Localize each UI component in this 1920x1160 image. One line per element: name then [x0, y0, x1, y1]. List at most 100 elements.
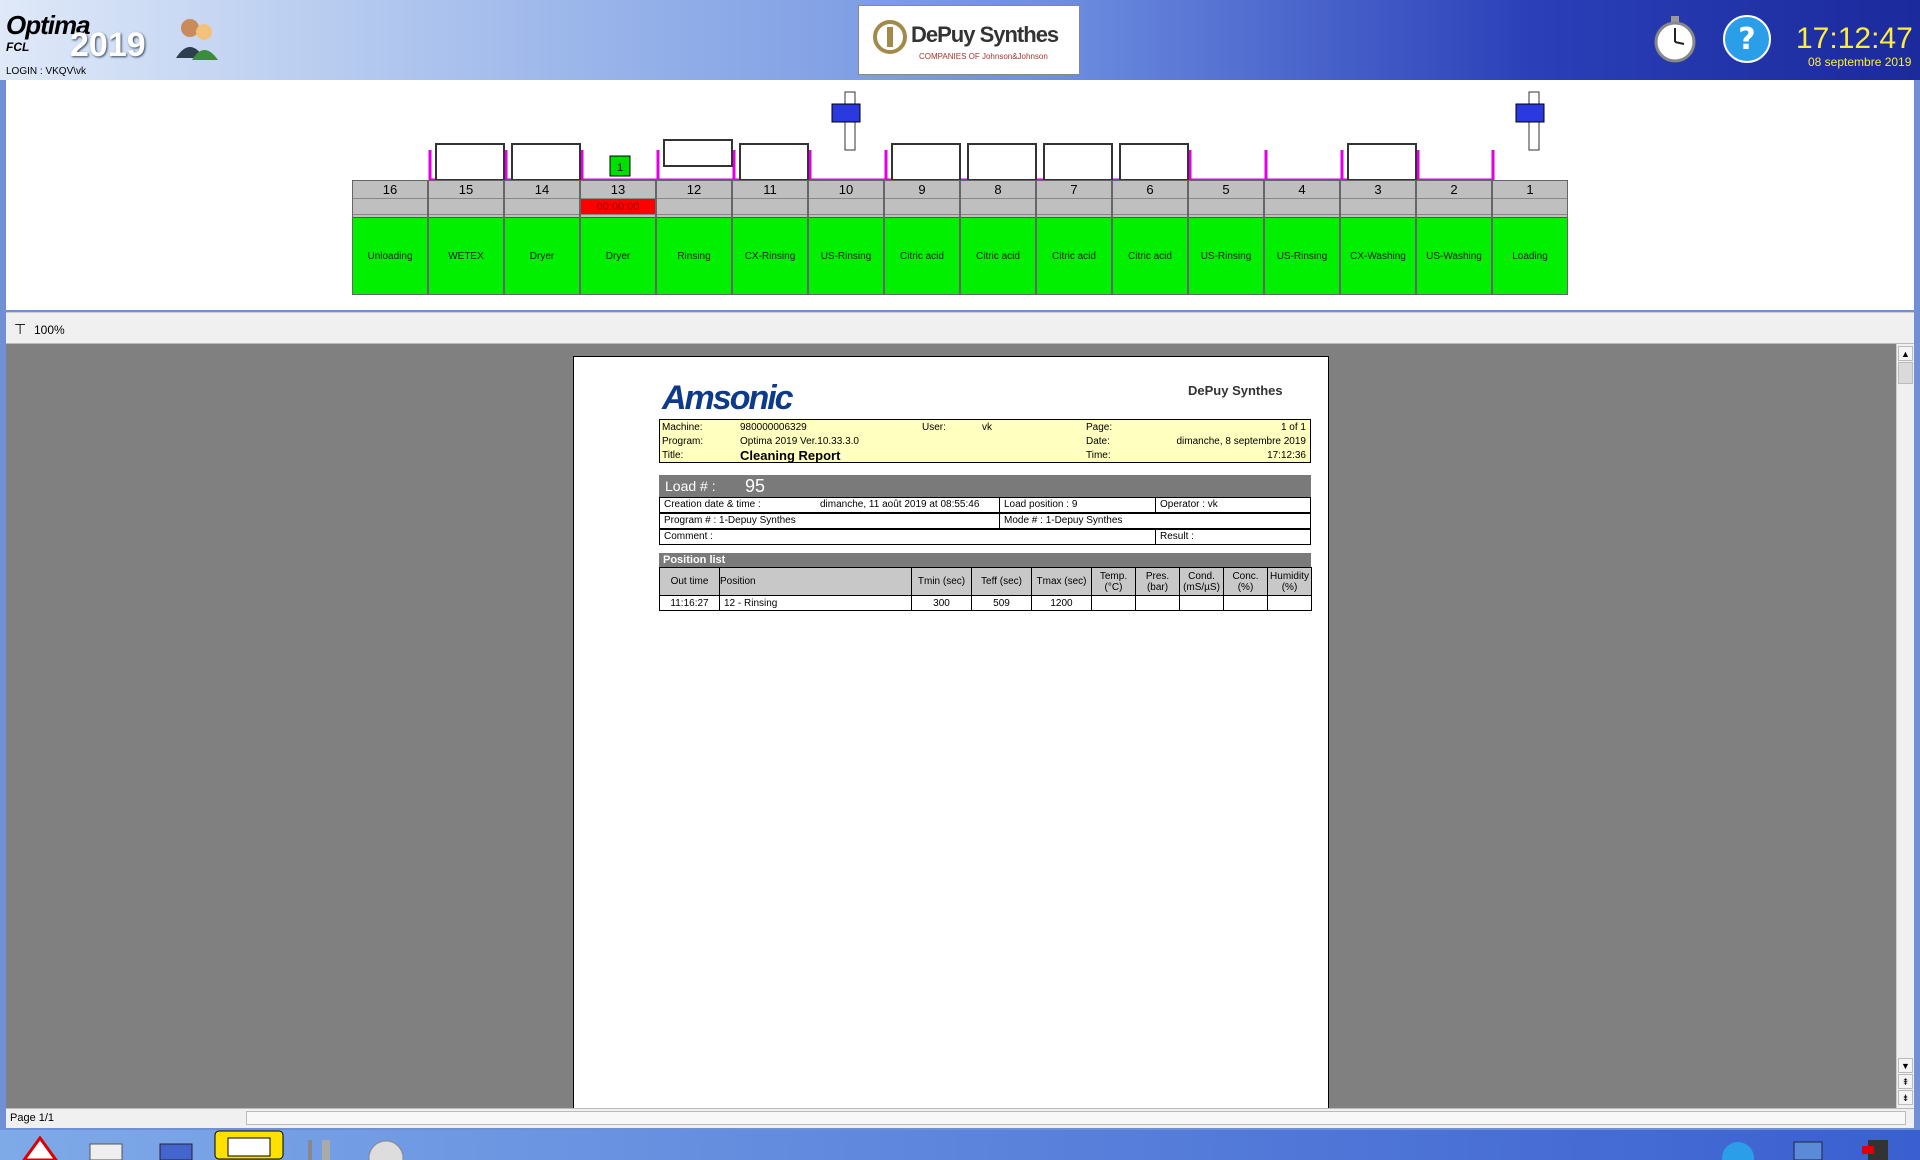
- basket: [1347, 143, 1417, 180]
- program-row: Program # : 1-Depuy Synthes Mode # : 1-D…: [659, 513, 1311, 529]
- tank-13[interactable]: 13 00:00:00 Dryer: [580, 180, 656, 295]
- tank-6[interactable]: 6 Citric acid: [1112, 180, 1188, 295]
- report-page: Amsonic DePuy Synthes Machine: 980000006…: [573, 356, 1329, 1108]
- svg-text:?: ?: [1738, 22, 1755, 57]
- warning-icon[interactable]: [22, 1136, 58, 1160]
- horizontal-scrollbar[interactable]: [246, 1111, 1906, 1125]
- help-icon[interactable]: ?: [1722, 14, 1772, 64]
- page-up-button[interactable]: ⇞: [1898, 1074, 1913, 1089]
- tank-16[interactable]: 16 Unloading: [352, 180, 428, 295]
- table-row: 11:16:27 12 - Rinsing 300 509 1200: [659, 595, 1312, 611]
- transfer-carrier-icon: [831, 91, 861, 151]
- close-round-icon[interactable]: [1720, 1136, 1756, 1160]
- tank-3[interactable]: 3 CX-Washing: [1340, 180, 1416, 295]
- table-body: 11:16:27 12 - Rinsing 300 509 1200: [659, 595, 1312, 611]
- tank-number: 12: [657, 181, 731, 199]
- column-header: Pres. (bar): [1135, 567, 1180, 596]
- tank-timer: [809, 199, 883, 215]
- tank-timer: [1037, 199, 1111, 215]
- clock-time: 17:12:47: [1796, 22, 1913, 55]
- vertical-scrollbar[interactable]: ▲ ▼ ⇞ ⇟: [1896, 344, 1914, 1108]
- header-bar: Optima FCL 2019 LOGIN : VKQV\vk DePuy Sy…: [0, 0, 1920, 80]
- printer-icon[interactable]: [158, 1136, 194, 1160]
- user-label: User:: [922, 422, 946, 433]
- tank-8[interactable]: 8 Citric acid: [960, 180, 1036, 295]
- transfer-carrier-icon: [1515, 91, 1545, 151]
- tank-1[interactable]: 1 Loading: [1492, 180, 1568, 295]
- scroll-up-button[interactable]: ▲: [1898, 346, 1913, 361]
- tank-label: Dryer: [581, 217, 655, 294]
- title-label: Title:: [662, 450, 684, 461]
- tank-label: Dryer: [505, 217, 579, 294]
- tank-11[interactable]: 11 CX-Rinsing: [732, 180, 808, 295]
- tank-label: Rinsing: [657, 217, 731, 294]
- amsonic-logo: Amsonic: [662, 379, 794, 417]
- date-value: dimanche, 8 septembre 2019: [1176, 436, 1306, 447]
- tank-12[interactable]: 12 Rinsing: [656, 180, 732, 295]
- tank-number: 9: [885, 181, 959, 199]
- table-cell: 509: [971, 595, 1032, 611]
- tank-5[interactable]: 5 US-Rinsing: [1188, 180, 1264, 295]
- table-cell: 12 - Rinsing: [719, 595, 912, 611]
- scroll-thumb[interactable]: [1898, 362, 1913, 384]
- basket-label: 1: [617, 162, 623, 174]
- tank-label: Citric acid: [1037, 217, 1111, 294]
- tank-2[interactable]: 2 US-Washing: [1416, 180, 1492, 295]
- user-icon[interactable]: [172, 14, 220, 62]
- tank-number: 2: [1417, 181, 1491, 199]
- barcode-icon[interactable]: [214, 1130, 284, 1160]
- download-icon[interactable]: [1790, 1136, 1826, 1160]
- table-cell: 11:16:27: [659, 595, 720, 611]
- report-viewer[interactable]: Amsonic DePuy Synthes Machine: 980000006…: [6, 344, 1896, 1108]
- page-down-button[interactable]: ⇟: [1898, 1090, 1913, 1105]
- scroll-down-button[interactable]: ▼: [1898, 1058, 1913, 1073]
- tank-number: 7: [1037, 181, 1111, 199]
- tank-label: Citric acid: [961, 217, 1035, 294]
- basket: [511, 143, 581, 180]
- load-position: Load position : 9: [1000, 498, 1156, 512]
- app-year: 2019: [70, 26, 146, 64]
- tank-timer: [1493, 199, 1567, 215]
- disc-icon[interactable]: [368, 1136, 404, 1160]
- tank-timer: [1189, 199, 1263, 215]
- brand-name: DePuy Synthes: [911, 22, 1059, 47]
- column-header: Conc. (%): [1223, 567, 1268, 596]
- stopwatch-icon[interactable]: [1650, 14, 1700, 64]
- date-label: Date:: [1086, 436, 1110, 447]
- tank-timer: [961, 199, 1035, 215]
- tank-9[interactable]: 9 Citric acid: [884, 180, 960, 295]
- mail-icon[interactable]: [88, 1136, 124, 1160]
- line-synoptic: 1 16 Unloading 15 WETEX 14 Dryer 13 00:00:00 Dry…: [6, 80, 1914, 310]
- tank-label: CX-Rinsing: [733, 217, 807, 294]
- zoom-icon[interactable]: ⊤: [14, 321, 26, 338]
- load-label: Load # :: [665, 478, 716, 494]
- tank-outline: [428, 150, 1495, 180]
- basket: [663, 139, 733, 167]
- tank-4[interactable]: 4 US-Rinsing: [1264, 180, 1340, 295]
- tank-7[interactable]: 7 Citric acid: [1036, 180, 1112, 295]
- tank-label: CX-Washing: [1341, 217, 1415, 294]
- column-header: Cond. (mS/µS): [1179, 567, 1224, 596]
- table-cell: 300: [911, 595, 972, 611]
- report-toolbar: ⊤ 100%: [6, 312, 1914, 344]
- title-value: Cleaning Report: [740, 448, 841, 463]
- tank-label: US-Rinsing: [1265, 217, 1339, 294]
- tank-14[interactable]: 14 Dryer: [504, 180, 580, 295]
- tool-icon[interactable]: [300, 1136, 336, 1160]
- creation-row: Creation date & time : dimanche, 11 août…: [659, 497, 1311, 513]
- tank-label: US-Washing: [1417, 217, 1491, 294]
- exit-icon[interactable]: [1860, 1136, 1896, 1160]
- tank-timer: [353, 199, 427, 215]
- status-bar: Page 1/1: [6, 1108, 1914, 1128]
- tank-timer: [505, 199, 579, 215]
- tank-label: Citric acid: [1113, 217, 1187, 294]
- tank-number: 4: [1265, 181, 1339, 199]
- basket: [967, 143, 1037, 180]
- tank-15[interactable]: 15 WETEX: [428, 180, 504, 295]
- report-info-box: Machine: 980000006329 Program: Optima 20…: [659, 419, 1311, 463]
- operator: Operator : vk: [1160, 499, 1218, 510]
- tank-10[interactable]: 10 US-Rinsing: [808, 180, 884, 295]
- app-subtitle: FCL: [6, 40, 30, 54]
- creation-value: dimanche, 11 août 2019 at 08:55:46: [820, 499, 980, 510]
- zoom-level[interactable]: 100%: [34, 323, 65, 337]
